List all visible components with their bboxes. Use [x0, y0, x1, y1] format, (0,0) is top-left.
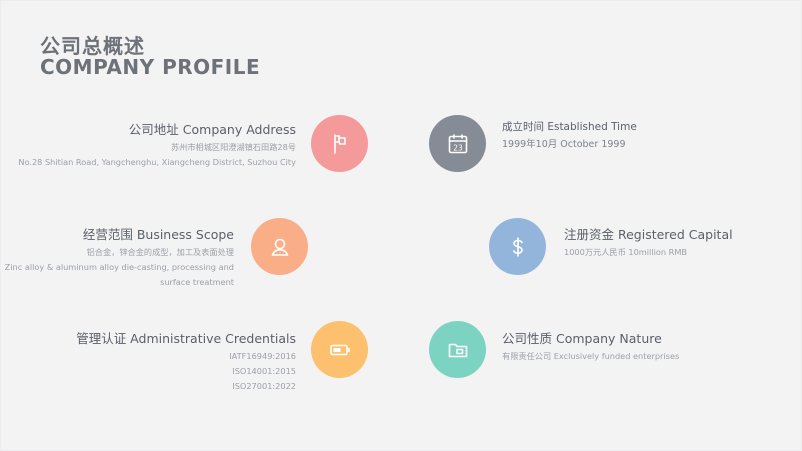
capital-value: 1000万元人民币 10million RMB: [564, 247, 688, 257]
established-circle: 23: [429, 115, 486, 172]
established-heading: 成立时间 Established Time: [502, 121, 637, 133]
folder-icon: [448, 343, 467, 357]
scope-block: 经营范围 Business Scope 铝合金，锌合金的成型，加工及表面处理 Z…: [0, 224, 234, 290]
scope-line-en: Zinc alloy & aluminum alloy die-casting,…: [4, 262, 234, 287]
capital-circle: [489, 218, 546, 275]
credentials-circle: [311, 321, 368, 378]
calendar-icon: 23: [448, 133, 467, 153]
capital-heading: 注册资金 Registered Capital: [564, 227, 733, 242]
address-line-en: No.28 Shitian Road, Yangchenghu, Xiangch…: [18, 157, 296, 167]
nature-block: 公司性质 Company Nature 有限责任公司 Exclusively f…: [502, 328, 679, 364]
battery-icon: [329, 344, 350, 355]
credentials-block: 管理认证 Administrative Credentials IATF1694…: [76, 328, 296, 394]
capital-block: 注册资金 Registered Capital 1000万元人民币 10mill…: [564, 224, 733, 260]
address-circle: [311, 115, 368, 172]
credential-1: IATF16949:2016: [229, 351, 296, 361]
nature-heading: 公司性质 Company Nature: [502, 331, 662, 346]
calendar-icon-text: 23: [453, 143, 463, 152]
address-block: 公司地址 Company Address 苏州市相城区阳澄湖镇石田路28号 No…: [18, 119, 296, 170]
nature-value: 有限责任公司 Exclusively funded enterprises: [502, 351, 680, 361]
credential-3: ISO27001:2022: [232, 381, 296, 391]
scope-circle: [251, 218, 308, 275]
established-block: 成立时间 Established Time 1999年10月 October 1…: [502, 119, 637, 152]
credentials-heading: 管理认证 Administrative Credentials: [76, 331, 296, 346]
dollar-icon: [512, 236, 523, 257]
nature-circle: [429, 321, 486, 378]
credential-2: ISO14001:2015: [232, 366, 296, 376]
scope-heading: 经营范围 Business Scope: [82, 227, 234, 242]
flag-icon: [333, 133, 346, 154]
address-heading: 公司地址 Company Address: [128, 122, 296, 137]
established-value: 1999年10月 October 1999: [502, 139, 626, 150]
page-title-en: COMPANY PROFILE: [40, 55, 261, 79]
user-icon: [271, 238, 288, 256]
scope-line-cn: 铝合金，锌合金的成型，加工及表面处理: [86, 247, 234, 257]
address-line-cn: 苏州市相城区阳澄湖镇石田路28号: [170, 142, 296, 152]
